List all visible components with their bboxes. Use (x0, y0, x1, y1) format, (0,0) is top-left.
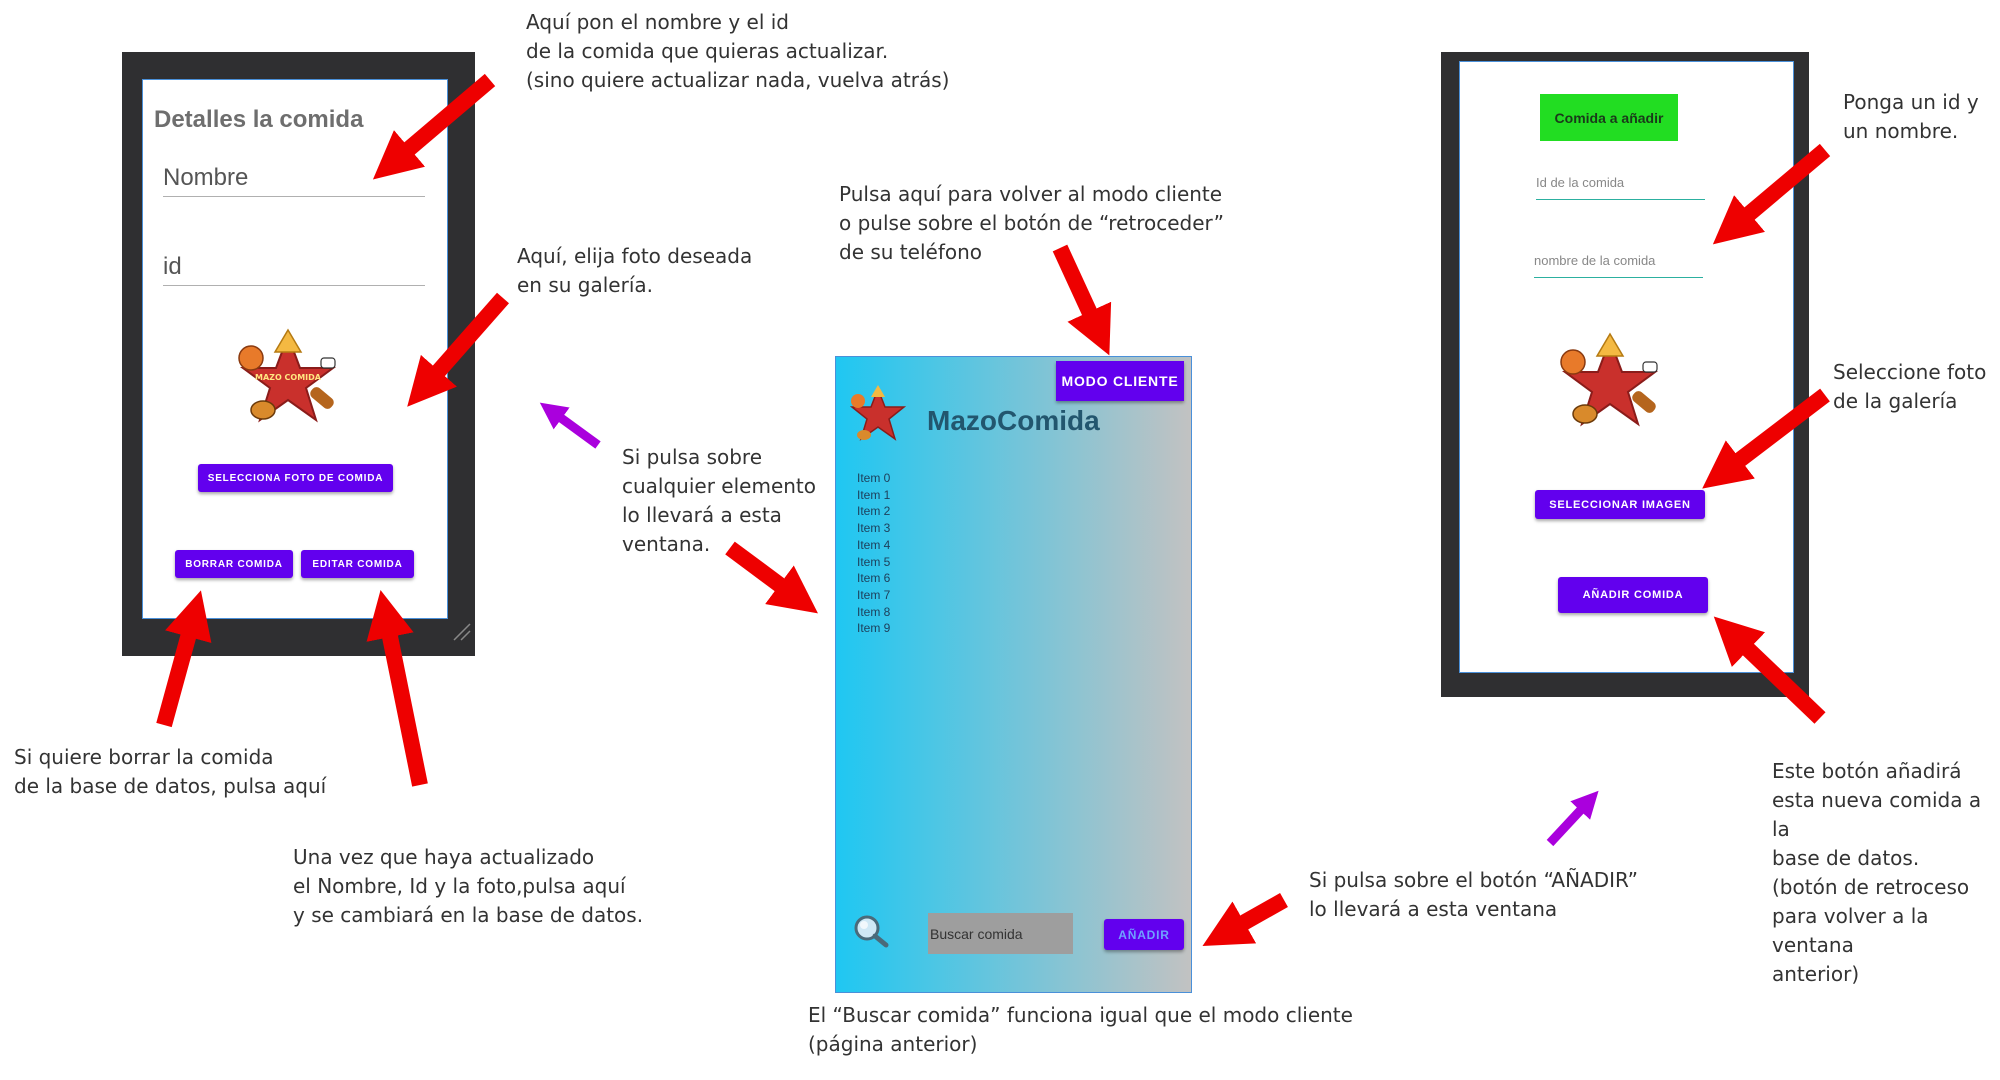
red-arrow-icon (156, 590, 212, 728)
annotation-arrows (156, 73, 1831, 947)
red-arrow-icon (1712, 143, 1831, 245)
red-arrow-icon (1702, 388, 1830, 489)
red-arrow-icon (372, 73, 496, 180)
red-arrow-icon (1713, 616, 1826, 724)
purple-arrow-icon (539, 402, 601, 449)
red-arrow-icon (725, 541, 818, 614)
red-arrow-icon (1202, 893, 1288, 947)
red-arrow-icon (407, 292, 510, 407)
purple-arrow-icon (1546, 790, 1599, 847)
red-arrow-icon (1052, 244, 1112, 356)
red-arrow-icon (366, 590, 428, 787)
